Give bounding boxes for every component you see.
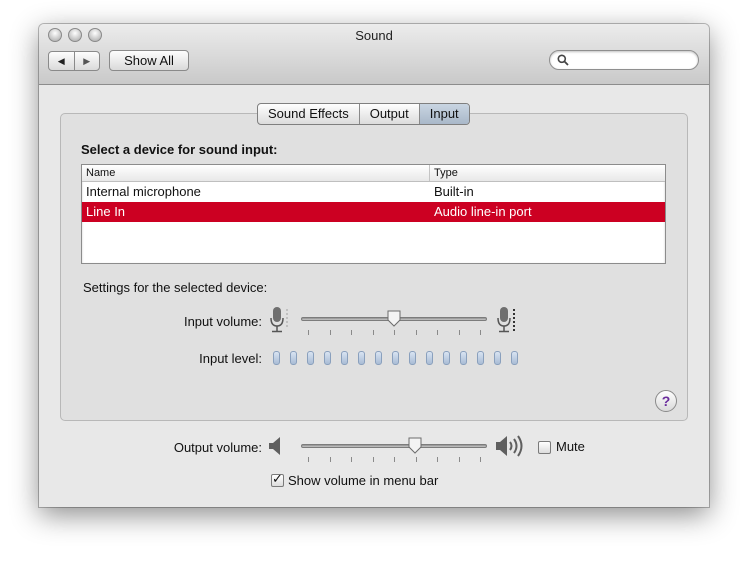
level-cell	[375, 351, 382, 365]
output-volume-label: Output volume:	[173, 440, 262, 455]
device-section-label: Select a device for sound input:	[81, 142, 278, 157]
slider-tick	[394, 330, 395, 335]
level-cell	[273, 351, 280, 365]
back-forward-control: ◀ ▶	[48, 51, 100, 71]
input-volume-thumb[interactable]	[387, 310, 401, 327]
level-cell	[290, 351, 297, 365]
device-table: Name Type Internal microphone Built-in L…	[81, 164, 666, 264]
speaker-low-icon	[269, 437, 280, 455]
level-cell	[392, 351, 399, 365]
slider-tick	[480, 330, 481, 335]
column-header-type[interactable]: Type	[430, 165, 458, 181]
device-type: Built-in	[434, 184, 474, 199]
level-cell	[426, 351, 433, 365]
search-input[interactable]	[549, 50, 699, 70]
show-all-button[interactable]: Show All	[109, 50, 189, 71]
table-row-selected[interactable]: Line In Audio line-in port	[82, 202, 665, 222]
level-cell	[409, 351, 416, 365]
mute-label[interactable]: Mute	[556, 439, 585, 454]
slider-tick	[329, 330, 331, 335]
device-name: Internal microphone	[86, 184, 201, 199]
slider-tick	[415, 457, 417, 462]
slider-tick	[372, 457, 374, 462]
slider-tick	[351, 330, 352, 335]
input-level-label: Input level:	[199, 351, 262, 366]
level-cell	[358, 351, 365, 365]
table-row[interactable]: Internal microphone Built-in	[82, 182, 665, 202]
level-cell	[511, 351, 518, 365]
slider-tick	[415, 330, 417, 335]
slider-tick	[437, 330, 438, 335]
level-cell	[443, 351, 450, 365]
level-cell	[324, 351, 331, 365]
slider-tick	[394, 457, 395, 462]
output-volume-slider[interactable]	[301, 444, 487, 448]
tab-sound-effects[interactable]: Sound Effects	[258, 104, 360, 124]
slider-tick	[437, 457, 438, 462]
device-type: Audio line-in port	[434, 204, 532, 219]
level-cell	[341, 351, 348, 365]
back-button[interactable]: ◀	[49, 52, 75, 70]
level-cell	[477, 351, 484, 365]
slider-tick	[329, 457, 331, 462]
tab-input[interactable]: Input	[419, 104, 469, 124]
settings-label: Settings for the selected device:	[83, 280, 268, 295]
help-button[interactable]: ?	[655, 390, 677, 412]
speaker-high-icon	[496, 435, 523, 457]
forward-button[interactable]: ▶	[75, 52, 100, 70]
device-name: Line In	[86, 204, 126, 219]
mute-checkbox[interactable]	[538, 441, 551, 454]
slider-tick	[480, 457, 481, 462]
microphone-low-icon	[270, 307, 288, 333]
slider-tick	[308, 330, 309, 335]
slider-tick	[372, 330, 374, 335]
slider-tick	[458, 457, 460, 462]
sound-preferences-window: Sound ◀ ▶ Show All Sound Effects Output …	[39, 24, 709, 507]
search-icon	[557, 54, 569, 66]
slider-tick	[351, 457, 352, 462]
output-volume-thumb[interactable]	[408, 437, 422, 454]
microphone-high-icon	[497, 307, 515, 333]
input-panel	[60, 113, 688, 421]
level-cell	[460, 351, 467, 365]
show-volume-menu-bar-label[interactable]: Show volume in menu bar	[288, 473, 438, 488]
tab-output[interactable]: Output	[360, 104, 420, 124]
tab-bar: Sound Effects Output Input	[257, 103, 470, 125]
slider-tick	[308, 457, 309, 462]
level-cell	[494, 351, 501, 365]
show-volume-menu-bar-checkbox[interactable]	[271, 472, 284, 487]
column-header-name[interactable]: Name	[82, 165, 430, 181]
toolbar: Sound ◀ ▶ Show All	[39, 24, 709, 85]
input-volume-label: Input volume:	[183, 314, 262, 329]
slider-tick	[458, 330, 460, 335]
window-title: Sound	[355, 28, 393, 43]
table-header: Name Type	[82, 165, 665, 182]
level-cell	[307, 351, 314, 365]
